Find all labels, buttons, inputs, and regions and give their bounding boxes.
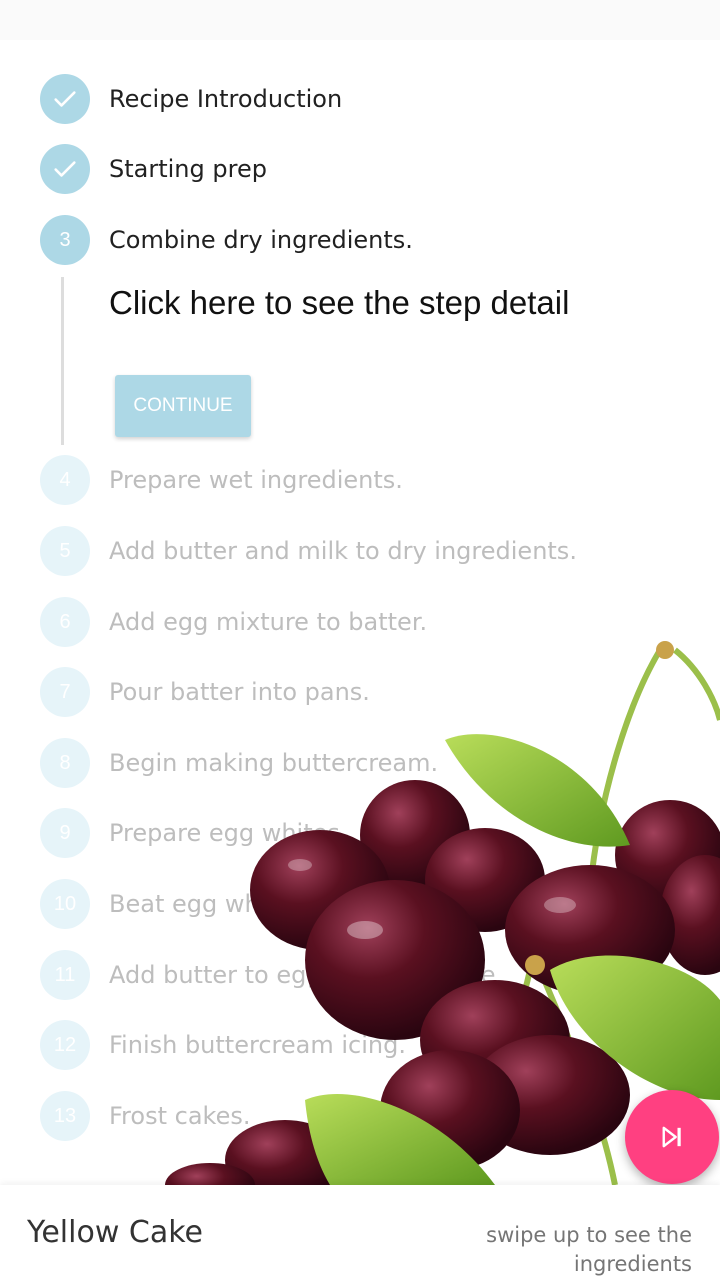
ingredients-bottom-sheet[interactable]: Yellow Cake swipe up to see the ingredie… <box>0 1185 720 1280</box>
skip-next-icon <box>662 1126 681 1148</box>
step-3-number: 3 <box>40 215 90 265</box>
step-2-title: Starting prep <box>109 155 267 183</box>
step-7-number: 7 <box>40 667 90 717</box>
step-2-indicator <box>40 144 90 194</box>
step-3-title: Combine dry ingredients. <box>109 226 413 254</box>
step-connector-line <box>61 277 64 445</box>
step-3[interactable]: 3 Combine dry ingredients. <box>40 215 700 265</box>
step-detail-link[interactable]: Click here to see the step detail <box>109 284 569 322</box>
step-1-title: Recipe Introduction <box>109 85 343 113</box>
recipe-title: Yellow Cake <box>27 1215 203 1250</box>
step-6-title: Add egg mixture to batter. <box>109 608 428 636</box>
step-5-number: 5 <box>40 526 90 576</box>
step-1[interactable]: Recipe Introduction <box>40 74 700 124</box>
step-9-number: 9 <box>40 808 90 858</box>
step-6-number: 6 <box>40 597 90 647</box>
step-11-number: 11 <box>40 950 90 1000</box>
step-4-title: Prepare wet ingredients. <box>109 466 403 494</box>
status-bar <box>0 0 720 40</box>
step-4-number: 4 <box>40 455 90 505</box>
step-13-number: 13 <box>40 1091 90 1141</box>
step-5-title: Add butter and milk to dry ingredients. <box>109 537 577 565</box>
step-5[interactable]: 5 Add butter and milk to dry ingredients… <box>40 526 700 576</box>
step-4[interactable]: 4 Prepare wet ingredients. <box>40 455 700 505</box>
continue-button[interactable]: CONTINUE <box>115 375 251 437</box>
step-12-number: 12 <box>40 1020 90 1070</box>
swipe-hint: swipe up to see the ingredients <box>486 1223 692 1276</box>
skip-next-fab[interactable] <box>625 1090 719 1184</box>
check-icon <box>54 161 76 177</box>
step-2[interactable]: Starting prep <box>40 144 700 194</box>
step-10-number: 10 <box>40 879 90 929</box>
step-1-indicator <box>40 74 90 124</box>
step-8-number: 8 <box>40 738 90 788</box>
check-icon <box>54 91 76 107</box>
cherries-image <box>165 641 720 1185</box>
